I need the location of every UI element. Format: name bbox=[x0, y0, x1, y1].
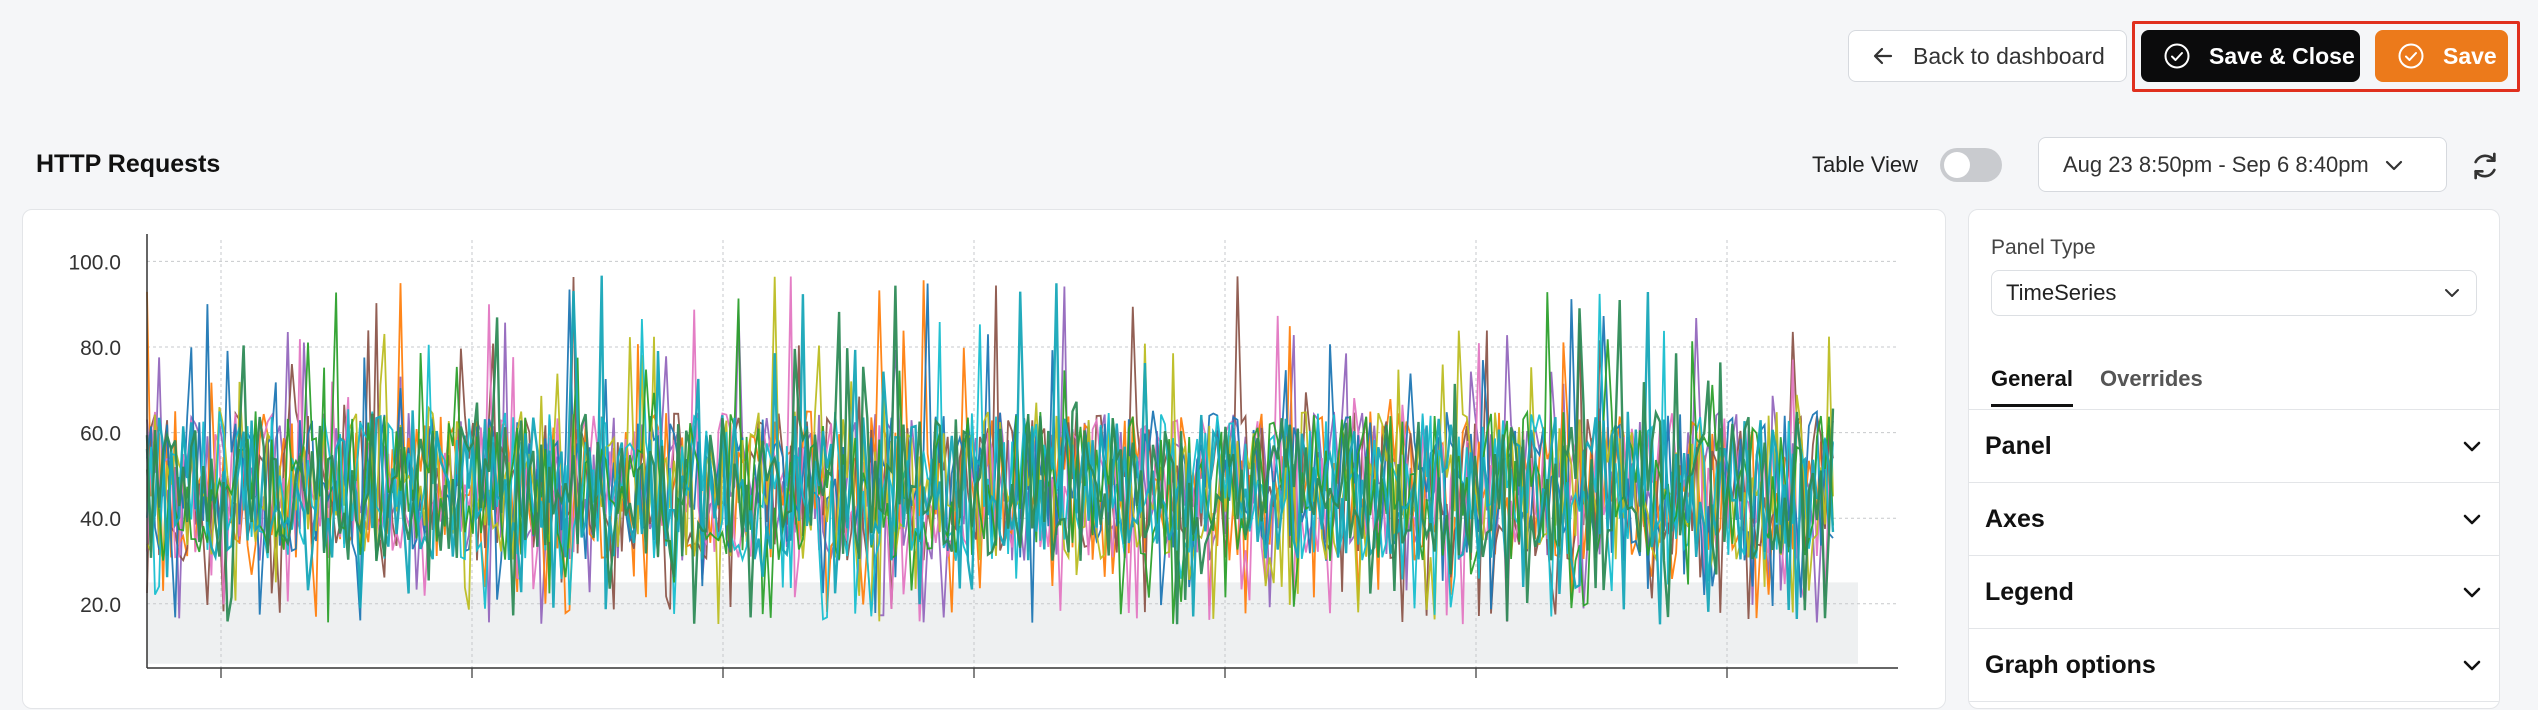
arrow-left-icon bbox=[1873, 47, 1893, 65]
panel-type-select[interactable]: TimeSeries bbox=[1991, 270, 2477, 316]
lower-band bbox=[147, 582, 1858, 664]
refresh-icon bbox=[2474, 152, 2496, 180]
section-legend-label: Legend bbox=[1985, 577, 2074, 606]
refresh-button[interactable] bbox=[2469, 150, 2501, 182]
section-legend[interactable]: Legend bbox=[1969, 556, 2499, 629]
settings-tabs: General Overrides bbox=[1969, 340, 2499, 410]
chevron-down-icon bbox=[2445, 289, 2459, 297]
chevron-down-icon bbox=[2463, 587, 2481, 598]
date-range-value: Aug 23 8:50pm - Sep 6 8:40pm bbox=[2063, 151, 2369, 177]
section-axes-label: Axes bbox=[1985, 504, 2045, 533]
top-toolbar: Back to dashboard Save & Close Save bbox=[0, 0, 2538, 112]
table-view-label: Table View bbox=[1812, 152, 1918, 177]
y-tick-label: 40.0 bbox=[80, 508, 121, 531]
check-circle-icon bbox=[2164, 43, 2190, 69]
panel-title: HTTP Requests bbox=[36, 150, 221, 178]
time-series-chart[interactable]: 100.0 80.0 60.0 40.0 20.0 bbox=[23, 210, 1947, 710]
section-graph-options-label: Graph options bbox=[1985, 650, 2156, 679]
back-to-dashboard-button[interactable]: Back to dashboard bbox=[1848, 30, 2127, 82]
toggle-knob bbox=[1944, 152, 1970, 178]
chevron-down-icon bbox=[2463, 660, 2481, 671]
chevron-down-icon bbox=[2385, 160, 2402, 170]
y-tick-label: 20.0 bbox=[80, 594, 121, 617]
section-axes[interactable]: Axes bbox=[1969, 483, 2499, 556]
panel-type-value: TimeSeries bbox=[2006, 280, 2117, 305]
y-tick-label: 80.0 bbox=[80, 337, 121, 360]
section-panel[interactable]: Panel bbox=[1969, 410, 2499, 483]
section-graph-options[interactable]: Graph options bbox=[1969, 629, 2499, 702]
tab-overrides[interactable]: Overrides bbox=[2100, 366, 2203, 404]
chart-card: 100.0 80.0 60.0 40.0 20.0 bbox=[22, 209, 1946, 709]
y-tick-label: 60.0 bbox=[80, 423, 121, 446]
save-and-close-label: Save & Close bbox=[2209, 42, 2355, 69]
table-view-toggle[interactable] bbox=[1940, 148, 2002, 182]
tab-general[interactable]: General bbox=[1991, 366, 2073, 407]
back-to-dashboard-label: Back to dashboard bbox=[1913, 42, 2105, 69]
section-panel-label: Panel bbox=[1985, 431, 2052, 460]
date-range-picker[interactable]: Aug 23 8:50pm - Sep 6 8:40pm bbox=[2038, 137, 2447, 192]
save-button[interactable]: Save bbox=[2375, 30, 2508, 82]
panel-type-label: Panel Type bbox=[1991, 236, 2096, 259]
chevron-down-icon bbox=[2463, 441, 2481, 452]
chevron-down-icon bbox=[2463, 514, 2481, 525]
panel-settings-sidebar: Panel Type TimeSeries General Overrides … bbox=[1968, 209, 2500, 709]
y-tick-label: 100.0 bbox=[68, 251, 121, 274]
save-and-close-button[interactable]: Save & Close bbox=[2141, 30, 2360, 82]
save-label: Save bbox=[2443, 42, 2497, 69]
check-circle-icon bbox=[2398, 43, 2424, 69]
